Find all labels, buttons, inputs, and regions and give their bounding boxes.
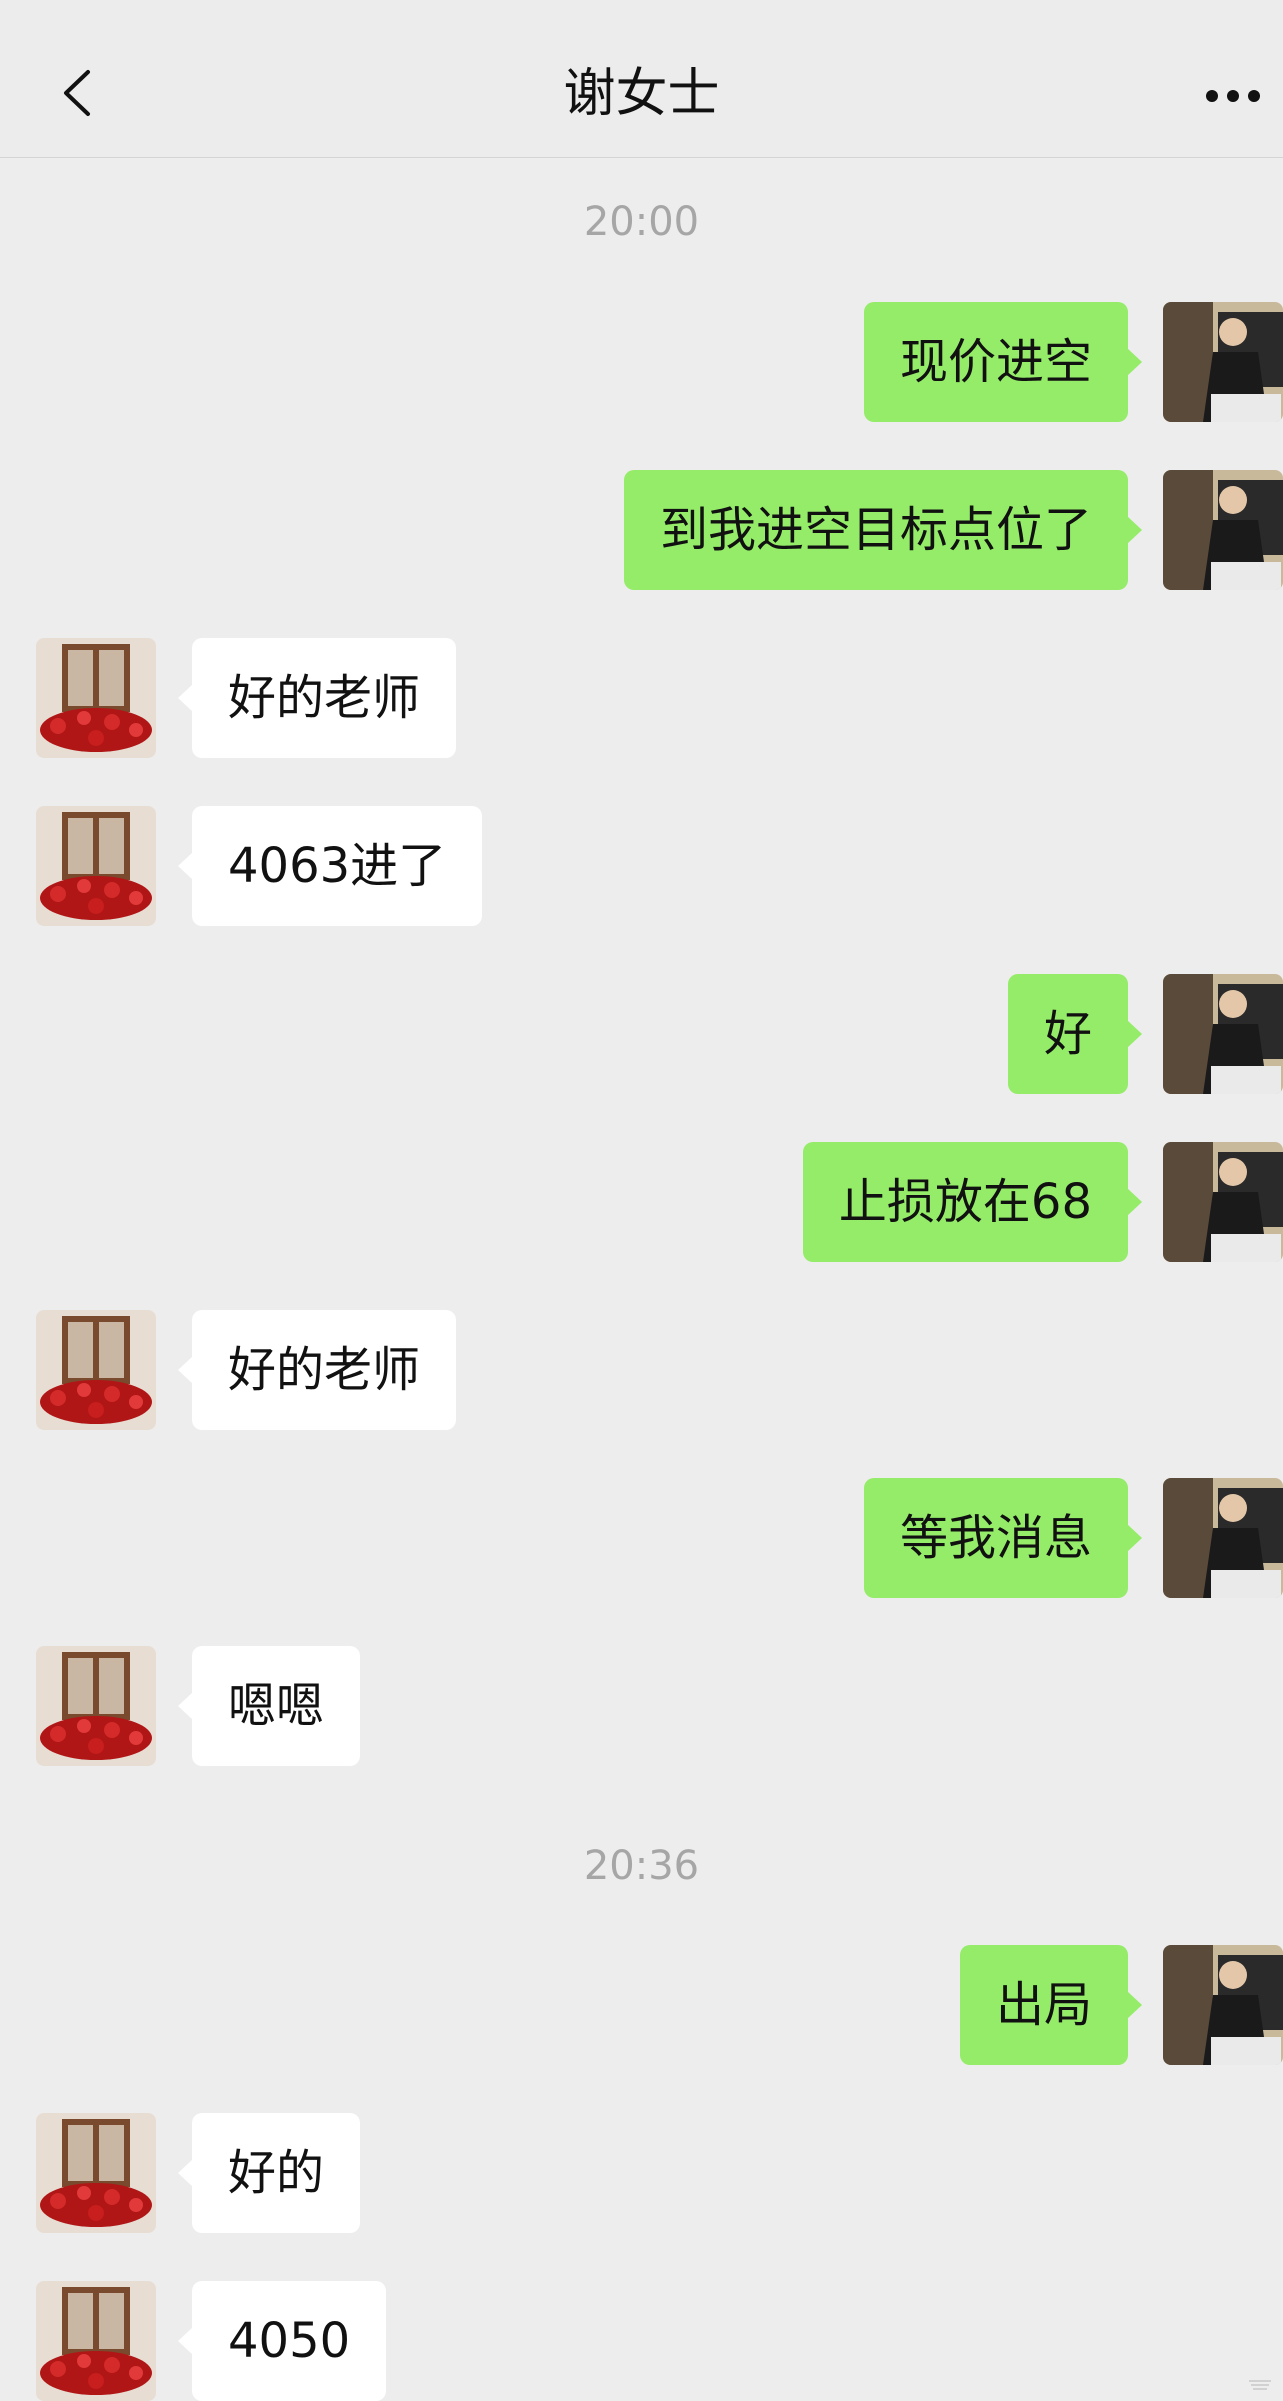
message-row: 嗯嗯 <box>0 1646 1283 1766</box>
message-row: 好的老师 <box>0 1310 1283 1430</box>
more-dots-icon[interactable] <box>1205 88 1261 104</box>
sent-message-bubble[interactable]: 现价进空 <box>863 302 1143 422</box>
contact-avatar[interactable] <box>36 1310 156 1430</box>
received-message-bubble[interactable]: 4050 <box>177 2281 387 2401</box>
sent-message-bubble[interactable]: 止损放在68 <box>802 1142 1143 1262</box>
chat-title: 谢女士 <box>563 64 720 124</box>
contact-avatar[interactable] <box>36 806 156 926</box>
contact-avatar[interactable] <box>36 2113 156 2233</box>
sent-message-bubble[interactable]: 好 <box>1007 974 1143 1094</box>
received-message-bubble[interactable]: 好的老师 <box>177 1310 457 1430</box>
contact-avatar[interactable] <box>36 2281 156 2401</box>
my-avatar[interactable] <box>1163 1945 1283 2065</box>
message-row: 4050 <box>0 2281 1283 2401</box>
message-row: 现价进空 <box>0 302 1283 422</box>
message-row: 到我进空目标点位了 <box>0 470 1283 590</box>
my-avatar[interactable] <box>1163 1142 1283 1262</box>
my-avatar[interactable] <box>1163 302 1283 422</box>
message-row: 好的老师 <box>0 638 1283 758</box>
message-row: 出局 <box>0 1945 1283 2065</box>
message-row: 止损放在68 <box>0 1142 1283 1262</box>
my-avatar[interactable] <box>1163 470 1283 590</box>
sent-message-bubble[interactable]: 到我进空目标点位了 <box>623 470 1143 590</box>
message-timestamp: 20:36 <box>583 1843 700 1889</box>
message-timestamp: 20:00 <box>583 199 700 245</box>
received-message-bubble[interactable]: 4063进了 <box>177 806 483 926</box>
my-avatar[interactable] <box>1163 1478 1283 1598</box>
my-avatar[interactable] <box>1163 974 1283 1094</box>
received-message-bubble[interactable]: 好的老师 <box>177 638 457 758</box>
message-row: 好 <box>0 974 1283 1094</box>
received-message-bubble[interactable]: 好的 <box>177 2113 361 2233</box>
sent-message-bubble[interactable]: 等我消息 <box>863 1478 1143 1598</box>
message-row: 4063进了 <box>0 806 1283 926</box>
chat-header: 谢女士 <box>0 0 1283 158</box>
contact-avatar[interactable] <box>36 1646 156 1766</box>
watermark-icon <box>1249 2380 1271 2390</box>
message-row: 等我消息 <box>0 1478 1283 1598</box>
received-message-bubble[interactable]: 嗯嗯 <box>177 1646 361 1766</box>
contact-avatar[interactable] <box>36 638 156 758</box>
message-row: 好的 <box>0 2113 1283 2233</box>
sent-message-bubble[interactable]: 出局 <box>959 1945 1143 2065</box>
